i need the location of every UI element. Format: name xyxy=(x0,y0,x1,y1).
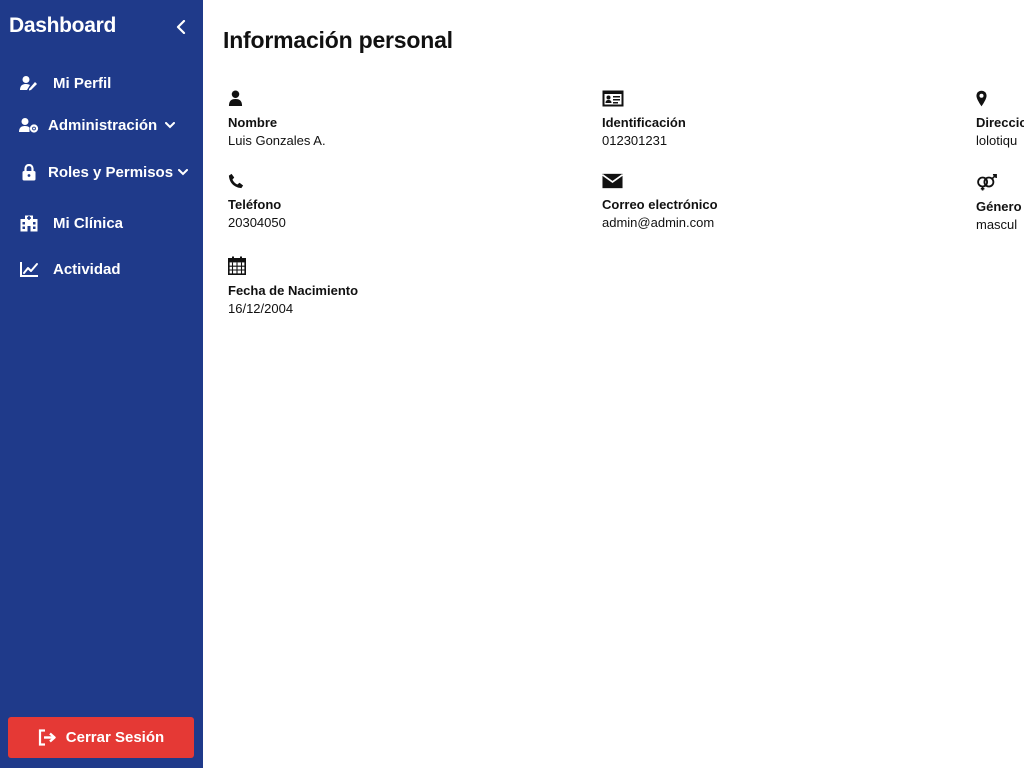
calendar-icon xyxy=(228,256,246,275)
sidebar-item-label: Mi Clínica xyxy=(53,214,124,232)
user-edit-icon xyxy=(19,73,39,93)
sidebar-item-label: Roles y Permisos xyxy=(48,163,174,181)
field-label: Correo electrónico xyxy=(602,197,718,212)
field-label: Identificación xyxy=(602,115,686,130)
logout-button[interactable]: Cerrar Sesión xyxy=(8,717,194,758)
sidebar-item-mi-perfil[interactable]: Mi Perfil xyxy=(0,66,203,100)
map-marker-icon xyxy=(976,90,987,107)
hospital-icon xyxy=(19,213,39,233)
sidebar-item-actividad[interactable]: Actividad xyxy=(0,252,203,286)
sidebar-item-label: Administración xyxy=(48,116,158,134)
phone-icon xyxy=(228,173,244,189)
field-value: mascul xyxy=(976,217,1018,232)
chevron-down-icon xyxy=(177,166,189,178)
field-value: Luis Gonzales A. xyxy=(228,133,326,148)
user-cog-icon xyxy=(19,115,39,135)
field-correo: Correo electrónico admin@admin.com xyxy=(602,173,942,232)
field-fecha-nacimiento: Fecha de Nacimiento 16/12/2004 xyxy=(228,256,568,318)
sidebar-item-roles-permisos[interactable]: Roles y Permisos xyxy=(0,155,203,189)
id-card-icon xyxy=(602,90,624,107)
field-label: Teléfono xyxy=(228,197,282,212)
sidebar-item-administracion[interactable]: Administración xyxy=(0,108,203,142)
field-label: Nombre xyxy=(228,115,278,130)
field-nombre: Nombre Luis Gonzales A. xyxy=(228,90,568,150)
field-label: Direccio xyxy=(976,115,1024,130)
field-genero: Género mascul xyxy=(976,173,1024,234)
collapse-sidebar-button[interactable] xyxy=(172,18,190,36)
envelope-icon xyxy=(602,173,623,189)
field-value: 012301231 xyxy=(602,133,668,148)
sidebar-item-label: Actividad xyxy=(53,260,121,278)
chevron-down-icon xyxy=(164,119,176,131)
user-icon xyxy=(228,90,243,106)
gender-icon xyxy=(977,173,997,191)
sidebar: Dashboard Mi Perfil Administración Roles… xyxy=(0,0,203,768)
field-label: Género xyxy=(976,199,1022,214)
logout-label: Cerrar Sesión xyxy=(65,729,165,746)
field-telefono: Teléfono 20304050 xyxy=(228,173,568,232)
sidebar-item-mi-clinica[interactable]: Mi Clínica xyxy=(0,206,203,240)
brand-title: Dashboard xyxy=(9,14,116,37)
page-title: Información personal xyxy=(223,27,453,53)
chevron-left-icon xyxy=(176,20,186,34)
field-value: lolotiqu xyxy=(976,133,1018,148)
field-label: Fecha de Nacimiento xyxy=(228,283,359,298)
field-value: 16/12/2004 xyxy=(228,301,294,316)
lock-icon xyxy=(19,162,39,182)
sign-out-icon xyxy=(38,729,56,746)
field-identificacion: Identificación 012301231 xyxy=(602,90,942,150)
sidebar-item-label: Mi Perfil xyxy=(53,74,112,92)
field-value: admin@admin.com xyxy=(602,215,715,230)
field-direccion: Direccio lolotiqu xyxy=(976,90,1024,150)
field-value: 20304050 xyxy=(228,215,286,230)
chart-line-icon xyxy=(19,259,39,279)
